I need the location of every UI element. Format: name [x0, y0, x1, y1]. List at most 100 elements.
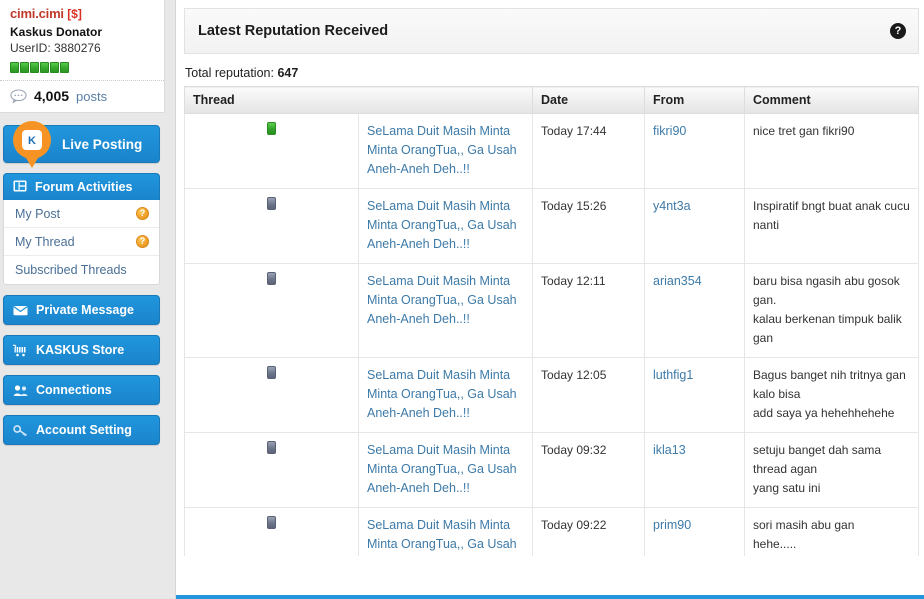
- forum-activities-list: My Post ? My Thread ? Subscribed Threads: [3, 200, 160, 285]
- forum-activities-header[interactable]: Forum Activities: [3, 173, 160, 200]
- thread-link[interactable]: SeLama Duit Masih Minta Minta OrangTua,,…: [367, 272, 524, 329]
- donator-tag: [$]: [67, 7, 82, 21]
- thread-link[interactable]: SeLama Duit Masih Minta Minta OrangTua,,…: [367, 516, 524, 556]
- sidebar-item-label: KASKUS Store: [36, 343, 125, 357]
- thread-link[interactable]: SeLama Duit Masih Minta Minta OrangTua,,…: [367, 197, 524, 254]
- date-cell: Today 09:22: [532, 507, 645, 556]
- page-title: Latest Reputation Received: [198, 23, 389, 39]
- comment-line: sori masih abu gan: [753, 518, 855, 532]
- from-cell: y4nt3a: [644, 188, 745, 264]
- forum-activities-group: Forum Activities My Post ? My Thread ? S…: [3, 173, 160, 285]
- reputation-table-scroll[interactable]: Thread Date From Comment SeLama Duit Mas…: [184, 86, 919, 556]
- sidebar-item-account-setting[interactable]: Account Setting: [3, 415, 160, 445]
- comment-cell: baru bisa ngasih abu gosok gan. kalau ber…: [744, 263, 919, 358]
- help-badge-icon[interactable]: ?: [136, 207, 149, 220]
- column-header-comment[interactable]: Comment: [744, 86, 919, 114]
- user-link[interactable]: y4nt3a: [653, 199, 691, 213]
- reputation-neutral-icon: [267, 366, 276, 379]
- comment-cell: Bagus banget nih tritnya gan kalo bisa ad…: [744, 357, 919, 433]
- reputation-neutral-icon: [267, 441, 276, 454]
- table-header-row: Thread Date From Comment: [184, 86, 919, 114]
- thread-cell: SeLama Duit Masih Minta Minta OrangTua,,…: [358, 507, 533, 556]
- reputation-bar: [60, 62, 69, 73]
- reputation-indicator-cell: [184, 263, 359, 358]
- comment-cell: Inspiratif bngt buat anak cucu nanti: [744, 188, 919, 264]
- comment-line: yang satu ini: [753, 481, 821, 495]
- comment-line: kalau berkenan timpuk balik gan: [753, 312, 902, 345]
- comment-line: nice tret gan fikri90: [753, 124, 855, 138]
- user-link[interactable]: prim90: [653, 518, 691, 532]
- username[interactable]: cimi.cimi: [10, 6, 64, 21]
- grid-icon: [13, 179, 27, 196]
- reputation-bar: [30, 62, 39, 73]
- reputation-bar: [50, 62, 59, 73]
- sidebar: cimi.cimi [$] Kaskus Donator UserID: 388…: [0, 0, 175, 599]
- comment-line: hehe.....: [753, 537, 797, 551]
- activity-label: Subscribed Threads: [15, 263, 127, 277]
- reputation-indicator-cell: [184, 357, 359, 433]
- thread-link[interactable]: SeLama Duit Masih Minta Minta OrangTua,,…: [367, 441, 524, 498]
- reputation-neutral-icon: [267, 197, 276, 210]
- svg-text:K: K: [28, 135, 36, 147]
- thread-link[interactable]: SeLama Duit Masih Minta Minta OrangTua,,…: [367, 122, 524, 179]
- user-link[interactable]: arian354: [653, 274, 702, 288]
- total-reputation: Total reputation: 647: [185, 66, 919, 80]
- reputation-bar: [10, 62, 19, 73]
- kaskus-pin-icon: K: [10, 120, 54, 170]
- from-cell: luthfig1: [644, 357, 745, 433]
- total-reputation-value: 647: [277, 66, 299, 80]
- table-row: SeLama Duit Masih Minta Minta OrangTua,,…: [184, 507, 919, 556]
- kaskus-profile-page: cimi.cimi [$] Kaskus Donator UserID: 388…: [0, 0, 924, 599]
- panel-header: Latest Reputation Received ?: [184, 8, 919, 54]
- user-link[interactable]: fikri90: [653, 124, 686, 138]
- comment-cell: nice tret gan fikri90: [744, 113, 919, 189]
- help-badge-icon[interactable]: ?: [136, 235, 149, 248]
- help-circle-icon[interactable]: ?: [890, 23, 906, 39]
- comment-line: Inspiratif bngt buat anak cucu nanti: [753, 199, 910, 232]
- table-row: SeLama Duit Masih Minta Minta OrangTua,,…: [184, 113, 919, 189]
- column-header-thread[interactable]: Thread: [184, 86, 533, 114]
- posts-label: posts: [76, 88, 108, 104]
- user-id: UserID: 3880276: [10, 41, 101, 55]
- thread-link[interactable]: SeLama Duit Masih Minta Minta OrangTua,,…: [367, 366, 524, 423]
- table-row: SeLama Duit Masih Minta Minta OrangTua,,…: [184, 357, 919, 433]
- comment-line: setuju banget dah sama thread agan: [753, 443, 882, 476]
- live-posting-button[interactable]: K Live Posting: [3, 121, 160, 168]
- total-reputation-label: Total reputation:: [185, 66, 274, 80]
- sidebar-item-label: Account Setting: [36, 423, 132, 437]
- table-row: SeLama Duit Masih Minta Minta OrangTua,,…: [184, 432, 919, 508]
- reputation-neutral-icon: [267, 516, 276, 529]
- reputation-bars: [10, 60, 154, 80]
- user-title: Kaskus Donator: [10, 25, 103, 39]
- username-row: cimi.cimi [$]: [10, 6, 154, 22]
- comment-line: baru bisa ngasih abu gosok gan.: [753, 274, 900, 307]
- sidebar-item-my-thread[interactable]: My Thread ?: [4, 228, 159, 256]
- comment-line: Bagus banget nih tritnya gan kalo bisa: [753, 368, 906, 401]
- reputation-indicator-cell: [184, 507, 359, 556]
- cart-icon: [13, 343, 28, 358]
- sidebar-item-private-message[interactable]: Private Message: [3, 295, 160, 325]
- sidebar-item-connections[interactable]: Connections: [3, 375, 160, 405]
- column-header-date[interactable]: Date: [532, 86, 645, 114]
- reputation-indicator-cell: [184, 188, 359, 264]
- sidebar-item-my-post[interactable]: My Post ?: [4, 200, 159, 228]
- reputation-bar: [40, 62, 49, 73]
- profile-card: cimi.cimi [$] Kaskus Donator UserID: 388…: [0, 0, 165, 113]
- posts-row: 4,005 posts: [0, 80, 164, 112]
- reputation-indicator-cell: [184, 432, 359, 508]
- date-cell: Today 12:11: [532, 263, 645, 358]
- user-link[interactable]: luthfig1: [653, 368, 693, 382]
- bottom-accent-bar: [176, 595, 924, 599]
- thread-cell: SeLama Duit Masih Minta Minta OrangTua,,…: [358, 432, 533, 508]
- thread-cell: SeLama Duit Masih Minta Minta OrangTua,,…: [358, 188, 533, 264]
- sidebar-item-kaskus-store[interactable]: KASKUS Store: [3, 335, 160, 365]
- column-header-from[interactable]: From: [644, 86, 745, 114]
- speech-bubble-icon: [10, 89, 27, 104]
- sidebar-item-label: Connections: [36, 383, 112, 397]
- comment-cell: sori masih abu gan hehe.....: [744, 507, 919, 556]
- reputation-indicator-cell: [184, 113, 359, 189]
- sidebar-item-subscribed-threads[interactable]: Subscribed Threads: [4, 256, 159, 284]
- user-link[interactable]: ikla13: [653, 443, 686, 457]
- envelope-icon: [13, 303, 28, 318]
- activity-label: My Post: [15, 206, 61, 221]
